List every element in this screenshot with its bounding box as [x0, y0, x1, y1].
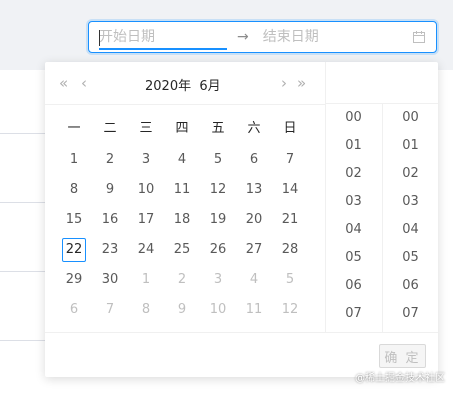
minute-option[interactable]: 02: [383, 160, 438, 188]
year-select[interactable]: 2020年: [145, 79, 191, 94]
month-select[interactable]: 6月: [199, 79, 220, 94]
day-cell[interactable]: 18: [164, 210, 200, 230]
date-panel: « ‹ 2020年 6月 › » 一二三四五六日 1 2 3 4 5 6 7 8 9 10 11 12…: [45, 62, 325, 332]
day-cell[interactable]: 20: [236, 210, 272, 230]
day-cell[interactable]: 5: [200, 150, 236, 170]
background-divider: [0, 271, 50, 272]
day-cell[interactable]: 8: [128, 300, 164, 320]
confirm-button[interactable]: 确 定: [379, 344, 426, 368]
minute-option[interactable]: 01: [383, 132, 438, 160]
day-cell[interactable]: 29: [56, 270, 92, 290]
day-cell[interactable]: 11: [164, 180, 200, 200]
day-cell[interactable]: 24: [128, 240, 164, 260]
prev-month-icon[interactable]: ‹: [81, 74, 87, 92]
minute-option[interactable]: 00: [383, 104, 438, 132]
next-month-icon[interactable]: ›: [281, 74, 287, 92]
day-cell[interactable]: 16: [92, 210, 128, 230]
day-cell[interactable]: 28: [272, 240, 308, 260]
day-cell[interactable]: 9: [92, 180, 128, 200]
calendar-title: 2020年 6月: [145, 75, 221, 94]
calendar-icon[interactable]: [413, 31, 425, 43]
day-cell[interactable]: 15: [56, 210, 92, 230]
day-cell[interactable]: 3: [200, 270, 236, 290]
day-cell[interactable]: 4: [164, 150, 200, 170]
minute-option[interactable]: 06: [383, 272, 438, 300]
hour-option[interactable]: 04: [326, 216, 381, 244]
day-cell[interactable]: 13: [236, 180, 272, 200]
day-cell[interactable]: 4: [236, 270, 272, 290]
watermark: @稀土掘金技术社区: [355, 373, 445, 384]
minute-option[interactable]: 03: [383, 188, 438, 216]
day-cell[interactable]: 26: [200, 240, 236, 260]
day-cell[interactable]: 6: [56, 300, 92, 320]
day-cell[interactable]: 30: [92, 270, 128, 290]
hour-option[interactable]: 05: [326, 244, 381, 272]
date-time-picker-popup: « ‹ 2020年 6月 › » 一二三四五六日 1 2 3 4 5 6 7 8 9 10 11 12…: [45, 62, 438, 377]
weekday-label: 三: [139, 121, 153, 136]
day-cell[interactable]: 10: [128, 180, 164, 200]
weekday-label: 二: [103, 121, 117, 136]
hour-option[interactable]: 07: [326, 300, 381, 328]
day-cell[interactable]: 19: [200, 210, 236, 230]
hour-option[interactable]: 00: [326, 104, 381, 132]
background-divider: [0, 340, 50, 341]
day-cell[interactable]: 3: [128, 150, 164, 170]
day-cell[interactable]: 2: [92, 150, 128, 170]
text-cursor: [99, 30, 100, 46]
hour-option[interactable]: 02: [326, 160, 381, 188]
super-prev-year-icon[interactable]: «: [59, 74, 68, 92]
minute-option[interactable]: 05: [383, 244, 438, 272]
day-cell[interactable]: 9: [164, 300, 200, 320]
hour-option[interactable]: 06: [326, 272, 381, 300]
day-cell[interactable]: 14: [272, 180, 308, 200]
day-cell[interactable]: 8: [56, 180, 92, 200]
day-cell[interactable]: 1: [56, 150, 92, 170]
background-divider: [0, 133, 50, 134]
end-date-input[interactable]: [262, 25, 383, 49]
day-cell[interactable]: 27: [236, 240, 272, 260]
day-cell[interactable]: 5: [272, 270, 308, 290]
hour-option[interactable]: 01: [326, 132, 381, 160]
day-cell-today[interactable]: 22: [62, 238, 86, 262]
hour-option[interactable]: 03: [326, 188, 381, 216]
day-cell[interactable]: 10: [200, 300, 236, 320]
day-cell[interactable]: 2: [164, 270, 200, 290]
minute-option[interactable]: 07: [383, 300, 438, 328]
day-cell[interactable]: 17: [128, 210, 164, 230]
day-cell[interactable]: 11: [236, 300, 272, 320]
day-cell[interactable]: 23: [92, 240, 128, 260]
day-cell[interactable]: 7: [272, 150, 308, 170]
weekday-label: 五: [211, 121, 225, 136]
range-separator-arrow: →: [237, 29, 249, 45]
day-cell[interactable]: 7: [92, 300, 128, 320]
minute-column[interactable]: 00 01 02 03 04 05 06 07: [382, 104, 438, 332]
day-cell[interactable]: 25: [164, 240, 200, 260]
day-cell[interactable]: 12: [272, 300, 308, 320]
time-panel-header: [325, 62, 438, 104]
minute-option[interactable]: 04: [383, 216, 438, 244]
day-cell[interactable]: 1: [128, 270, 164, 290]
background-divider: [0, 202, 50, 203]
day-cell[interactable]: 21: [272, 210, 308, 230]
weekday-label: 四: [175, 121, 189, 136]
weekday-label: 日: [283, 121, 297, 136]
weekday-label: 一: [67, 121, 81, 136]
calendar-header: « ‹ 2020年 6月 › »: [45, 62, 325, 105]
date-range-input[interactable]: →: [88, 21, 437, 53]
super-next-year-icon[interactable]: »: [297, 74, 306, 92]
start-date-input[interactable]: [99, 26, 227, 50]
day-cell[interactable]: 6: [236, 150, 272, 170]
hour-column[interactable]: 00 01 02 03 04 05 06 07: [325, 104, 381, 332]
day-cell[interactable]: 12: [200, 180, 236, 200]
weekday-label: 六: [247, 121, 261, 136]
